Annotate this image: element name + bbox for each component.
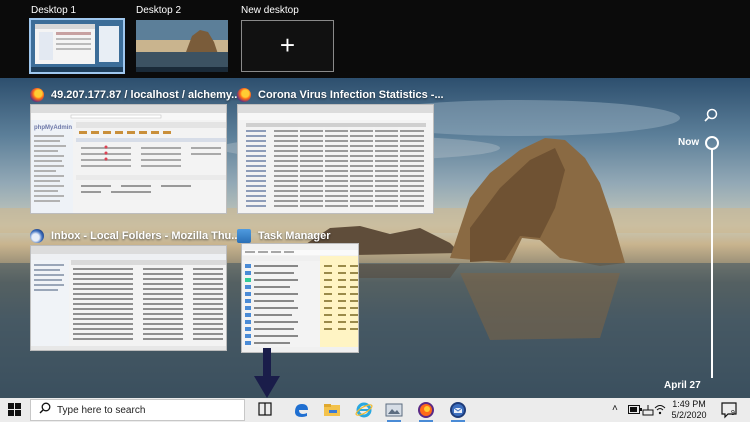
virtual-desktops-bar: Desktop 1 Desktop 2 New desktop + [0,0,750,78]
chevron-up-icon[interactable]: ˄ [612,403,618,414]
desktop-1-thumbnail[interactable] [29,18,125,74]
thunderbird-icon [30,229,44,243]
plus-icon: + [279,30,296,60]
wifi-icon[interactable] [654,402,666,419]
search-placeholder: Type here to search [57,404,146,416]
timeline-scrollbar[interactable] [711,148,713,378]
task-manager-icon [237,229,251,243]
desktop-2-label: Desktop 2 [136,5,182,16]
network-icon[interactable] [642,404,654,419]
search-icon [39,401,51,419]
thunderbird-icon[interactable] [449,401,467,422]
taskbar-clock[interactable]: 1:49 PM 5/2/2020 [667,399,711,421]
window-title-bar: 49.207.177.87 / localhost / alchemy... [30,86,240,104]
timeline-search-icon[interactable] [704,108,718,127]
battery-icon[interactable] [628,405,642,417]
timeline-now-label: Now [678,137,700,148]
task-view-icon[interactable] [258,402,272,421]
window-title-bar: Inbox - Local Folders - Mozilla Thu... [30,227,240,245]
clock-date: 5/2/2020 [671,410,707,420]
photos-icon[interactable] [385,401,403,422]
timeline-date-label: April 27 [664,380,701,391]
window-title: Task Manager [258,230,331,242]
svg-text:phpMyAdmin: phpMyAdmin [34,125,72,131]
window-preview [237,104,434,214]
window-title: Corona Virus Infection Statistics -... [258,89,444,101]
taskbar-search-box[interactable]: Type here to search [30,399,245,421]
file-explorer-icon[interactable] [323,401,341,419]
edge-icon[interactable] [292,401,310,419]
window-preview [241,243,359,353]
internet-explorer-icon[interactable] [355,401,373,419]
new-desktop-label: New desktop [241,5,299,16]
windows-start-icon[interactable] [8,403,21,421]
window-preview: phpMyAdmin [30,104,227,214]
notifications-icon[interactable]: 9 [720,401,738,419]
clock-time: 1:49 PM [672,399,706,409]
desktop-1-label: Desktop 1 [31,5,77,16]
window-preview [30,245,227,351]
taskbar: Type here to search ˄ 1:49 PM 5/2/2020 9 [0,398,750,422]
notification-count: 9 [731,410,735,417]
desktop-2-thumbnail[interactable] [136,20,228,72]
firefox-icon [30,88,44,102]
annotation-arrow-icon [252,348,282,405]
window-title: 49.207.177.87 / localhost / alchemy... [51,89,241,101]
window-title-bar: Corona Virus Infection Statistics -... [237,86,444,104]
new-desktop-button[interactable]: + [241,20,334,72]
window-title: Inbox - Local Folders - Mozilla Thu... [51,230,241,242]
firefox-icon [237,88,251,102]
firefox-icon[interactable] [417,401,435,422]
